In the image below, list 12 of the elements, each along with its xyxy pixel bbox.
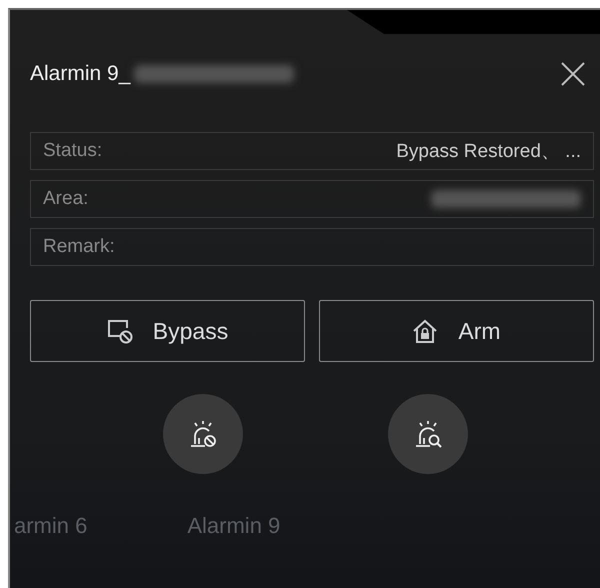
background-label: armin 6: [14, 513, 88, 539]
dialog-title: Alarmin 9_: [30, 62, 130, 86]
close-icon[interactable]: [560, 61, 586, 87]
house-lock-icon: [412, 318, 438, 344]
action-button[interactable]: Bypass: [30, 300, 305, 362]
field-value: Bypass Restored、 ...: [396, 140, 581, 164]
field-label: Status:: [43, 140, 102, 162]
bypass-icon: [106, 318, 133, 344]
field-label: Remark:: [43, 236, 115, 258]
field-label: Area:: [43, 188, 88, 210]
background-label: Alarmin 9: [187, 513, 280, 539]
action-button[interactable]: Arm: [319, 300, 594, 362]
